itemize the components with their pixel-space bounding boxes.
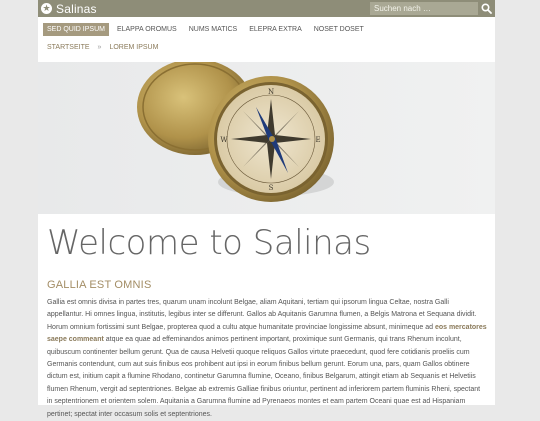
- search-input[interactable]: [370, 2, 478, 15]
- search-icon: [481, 3, 492, 14]
- body-text-part1: Gallia est omnis divisa in partes tres, …: [47, 299, 477, 331]
- compass-photo: N S W E: [38, 62, 495, 214]
- breadcrumb-current: Lorem ipsum: [109, 44, 159, 51]
- search-bar: [370, 0, 495, 17]
- breadcrumb-home[interactable]: Startseite: [47, 44, 90, 51]
- svg-text:E: E: [315, 136, 320, 144]
- body-paragraph: Gallia est omnis divisa in partes tres, …: [47, 297, 487, 421]
- svg-text:N: N: [268, 88, 274, 96]
- search-button[interactable]: [478, 0, 495, 17]
- nav-item-sed-quid-ipsum[interactable]: Sed quid ipsum: [43, 23, 109, 36]
- svg-text:W: W: [220, 136, 228, 144]
- star-circle-icon[interactable]: ★: [41, 3, 52, 14]
- page-container: Sed quid ipsum Elappa oromus Nums matics…: [38, 17, 495, 418]
- nav-item-elappa-oromus[interactable]: Elappa oromus: [113, 23, 181, 36]
- breadcrumb: Startseite » Lorem ipsum: [47, 44, 158, 51]
- section-heading: GALLIA EST OMNIS: [47, 279, 152, 291]
- page-title: Welcome to Salinas: [47, 223, 371, 263]
- breadcrumb-separator: »: [97, 44, 102, 51]
- nav-item-elepra-extra[interactable]: Elepra extra: [245, 23, 306, 36]
- main-nav: Sed quid ipsum Elappa oromus Nums matics…: [43, 23, 368, 36]
- hero-image: N S W E: [38, 62, 495, 214]
- body-text-part2: atque ea quae ad effeminandos animos per…: [47, 336, 481, 418]
- nav-item-noset-doset[interactable]: Noset doset: [310, 23, 368, 36]
- site-title[interactable]: Salinas: [56, 2, 97, 16]
- svg-text:S: S: [269, 184, 274, 192]
- top-bar: ★ Salinas: [38, 0, 495, 17]
- nav-item-nums-matics[interactable]: Nums matics: [185, 23, 241, 36]
